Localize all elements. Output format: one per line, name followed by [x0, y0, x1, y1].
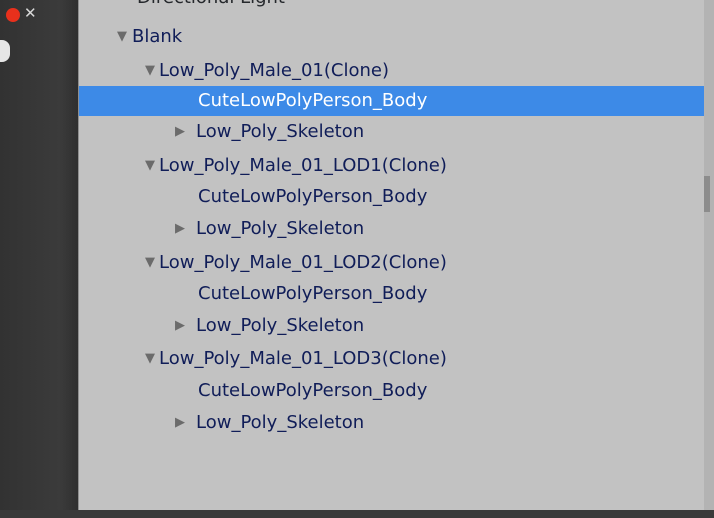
hierarchy-item-label: Low_Poly_Male_01(Clone) [159, 60, 389, 81]
hierarchy-item-male-01[interactable]: ▼ Low_Poly_Male_01(Clone) [79, 56, 705, 86]
close-icon[interactable]: ✕ [24, 4, 37, 22]
window-controls: ✕ [0, 0, 78, 32]
expand-arrow-icon[interactable]: ▼ [145, 248, 155, 278]
hierarchy-item-label: CuteLowPolyPerson_Body [198, 186, 428, 207]
left-panel-strip: ✕ [0, 0, 78, 518]
hierarchy-item-skeleton[interactable]: ▶ Low_Poly_Skeleton [79, 117, 705, 147]
hierarchy-item-label: Blank [132, 26, 183, 47]
close-dot-icon[interactable] [6, 8, 20, 22]
hierarchy-item-label: Low_Poly_Male_01_LOD1(Clone) [159, 155, 447, 176]
hierarchy-item-lod1[interactable]: ▼ Low_Poly_Male_01_LOD1(Clone) [79, 151, 705, 181]
hierarchy-item-label: Low_Poly_Skeleton [196, 412, 365, 433]
hierarchy-item-label: Low_Poly_Male_01_LOD2(Clone) [159, 252, 447, 273]
scrollbar-thumb[interactable] [704, 176, 710, 212]
collapse-arrow-icon[interactable]: ▶ [175, 214, 185, 244]
hierarchy-panel[interactable]: Directional Light ▼ Blank ▼ Low_Poly_Mal… [78, 0, 705, 510]
expand-arrow-icon[interactable]: ▼ [117, 22, 127, 52]
expand-arrow-icon[interactable]: ▼ [145, 56, 155, 86]
expand-arrow-icon[interactable]: ▼ [145, 344, 155, 374]
hierarchy-item-body-selected[interactable]: CuteLowPolyPerson_Body [79, 86, 705, 116]
panel-bottom-edge [0, 510, 714, 518]
hierarchy-item-label: CuteLowPolyPerson_Body [198, 90, 428, 111]
hierarchy-item-label: Low_Poly_Skeleton [196, 121, 365, 142]
hierarchy-item-label: Low_Poly_Male_01_LOD3(Clone) [159, 348, 447, 369]
hierarchy-item-blank[interactable]: ▼ Blank [79, 22, 705, 52]
collapse-arrow-icon[interactable]: ▶ [175, 311, 185, 341]
hierarchy-item-body[interactable]: CuteLowPolyPerson_Body [79, 376, 705, 406]
vertical-scrollbar[interactable] [704, 0, 714, 510]
expand-arrow-icon[interactable]: ▼ [145, 151, 155, 181]
hierarchy-item-lod2[interactable]: ▼ Low_Poly_Male_01_LOD2(Clone) [79, 248, 705, 278]
hierarchy-item-label: Low_Poly_Skeleton [196, 315, 365, 336]
hierarchy-item-label: Low_Poly_Skeleton [196, 218, 365, 239]
panel-handle[interactable] [0, 40, 10, 62]
collapse-arrow-icon[interactable]: ▶ [175, 117, 185, 147]
hierarchy-item-skeleton[interactable]: ▶ Low_Poly_Skeleton [79, 214, 705, 244]
hierarchy-item-partial[interactable]: Directional Light [137, 0, 285, 10]
hierarchy-item-skeleton[interactable]: ▶ Low_Poly_Skeleton [79, 408, 705, 438]
editor-frame: ✕ Directional Light ▼ Blank ▼ Low_Poly_M… [0, 0, 714, 518]
collapse-arrow-icon[interactable]: ▶ [175, 408, 185, 438]
hierarchy-item-lod3[interactable]: ▼ Low_Poly_Male_01_LOD3(Clone) [79, 344, 705, 374]
hierarchy-item-body[interactable]: CuteLowPolyPerson_Body [79, 279, 705, 309]
hierarchy-item-skeleton[interactable]: ▶ Low_Poly_Skeleton [79, 311, 705, 341]
hierarchy-item-label: CuteLowPolyPerson_Body [198, 283, 428, 304]
hierarchy-item-label: CuteLowPolyPerson_Body [198, 380, 428, 401]
hierarchy-item-body[interactable]: CuteLowPolyPerson_Body [79, 182, 705, 212]
